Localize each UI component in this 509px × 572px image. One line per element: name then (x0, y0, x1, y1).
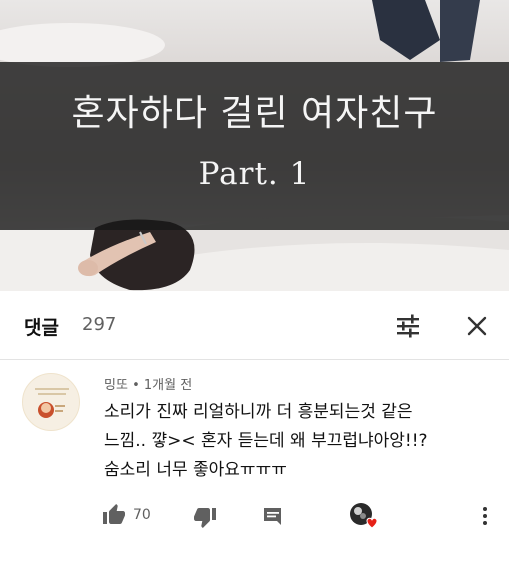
avatar[interactable] (22, 373, 80, 431)
avatar-illustration (35, 388, 69, 418)
like-button[interactable] (102, 503, 126, 531)
comment-line: 소리가 진짜 리얼하니까 더 흥분되는것 같은 (104, 402, 413, 422)
video-part-label: Part. 1 (198, 156, 311, 192)
comment-meta: 밍또 • 1개월 전 (104, 374, 192, 393)
like-count: 70 (133, 507, 151, 523)
comment-item: 밍또 • 1개월 전 소리가 진짜 리얼하니까 더 흥분되는것 같은 느낌.. … (0, 361, 509, 572)
meta-separator: • (132, 378, 140, 393)
comments-count: 297 (82, 314, 117, 335)
close-icon (467, 316, 487, 336)
comment-author[interactable]: 밍또 (104, 378, 128, 393)
comment-line: 숨소리 너무 좋아요ㅠㅠㅠ (104, 460, 287, 480)
video-title: 혼자하다 걸린 여자친구 (71, 93, 438, 134)
video-thumbnail[interactable]: 혼자하다 걸린 여자친구 Part. 1 (0, 0, 509, 291)
thumbs-down-icon (194, 508, 216, 528)
creator-heart[interactable] (349, 502, 383, 534)
close-comments-button[interactable] (462, 311, 492, 341)
comment-text: 소리가 진짜 리얼하니까 더 흥분되는것 같은 느낌.. 꺟>< 혼자 듣는데 … (104, 398, 494, 485)
dislike-button[interactable] (193, 505, 217, 533)
creator-heart-icon (350, 503, 378, 529)
more-options-button[interactable] (478, 504, 492, 532)
reply-button[interactable] (261, 504, 285, 532)
sort-sliders-icon (397, 314, 419, 338)
thumbs-up-icon (103, 504, 125, 524)
comment-time: 1개월 전 (143, 378, 193, 393)
comments-header: 댓글 297 (0, 291, 509, 360)
comment-line: 느낌.. 꺟>< 혼자 듣는데 왜 부끄럽냐아앙!!? (104, 431, 428, 451)
more-vert-icon (483, 507, 487, 525)
comments-label: 댓글 (24, 317, 59, 339)
reply-icon (264, 508, 282, 525)
sort-button[interactable] (392, 311, 424, 341)
comment-actions: 70 (0, 501, 509, 531)
